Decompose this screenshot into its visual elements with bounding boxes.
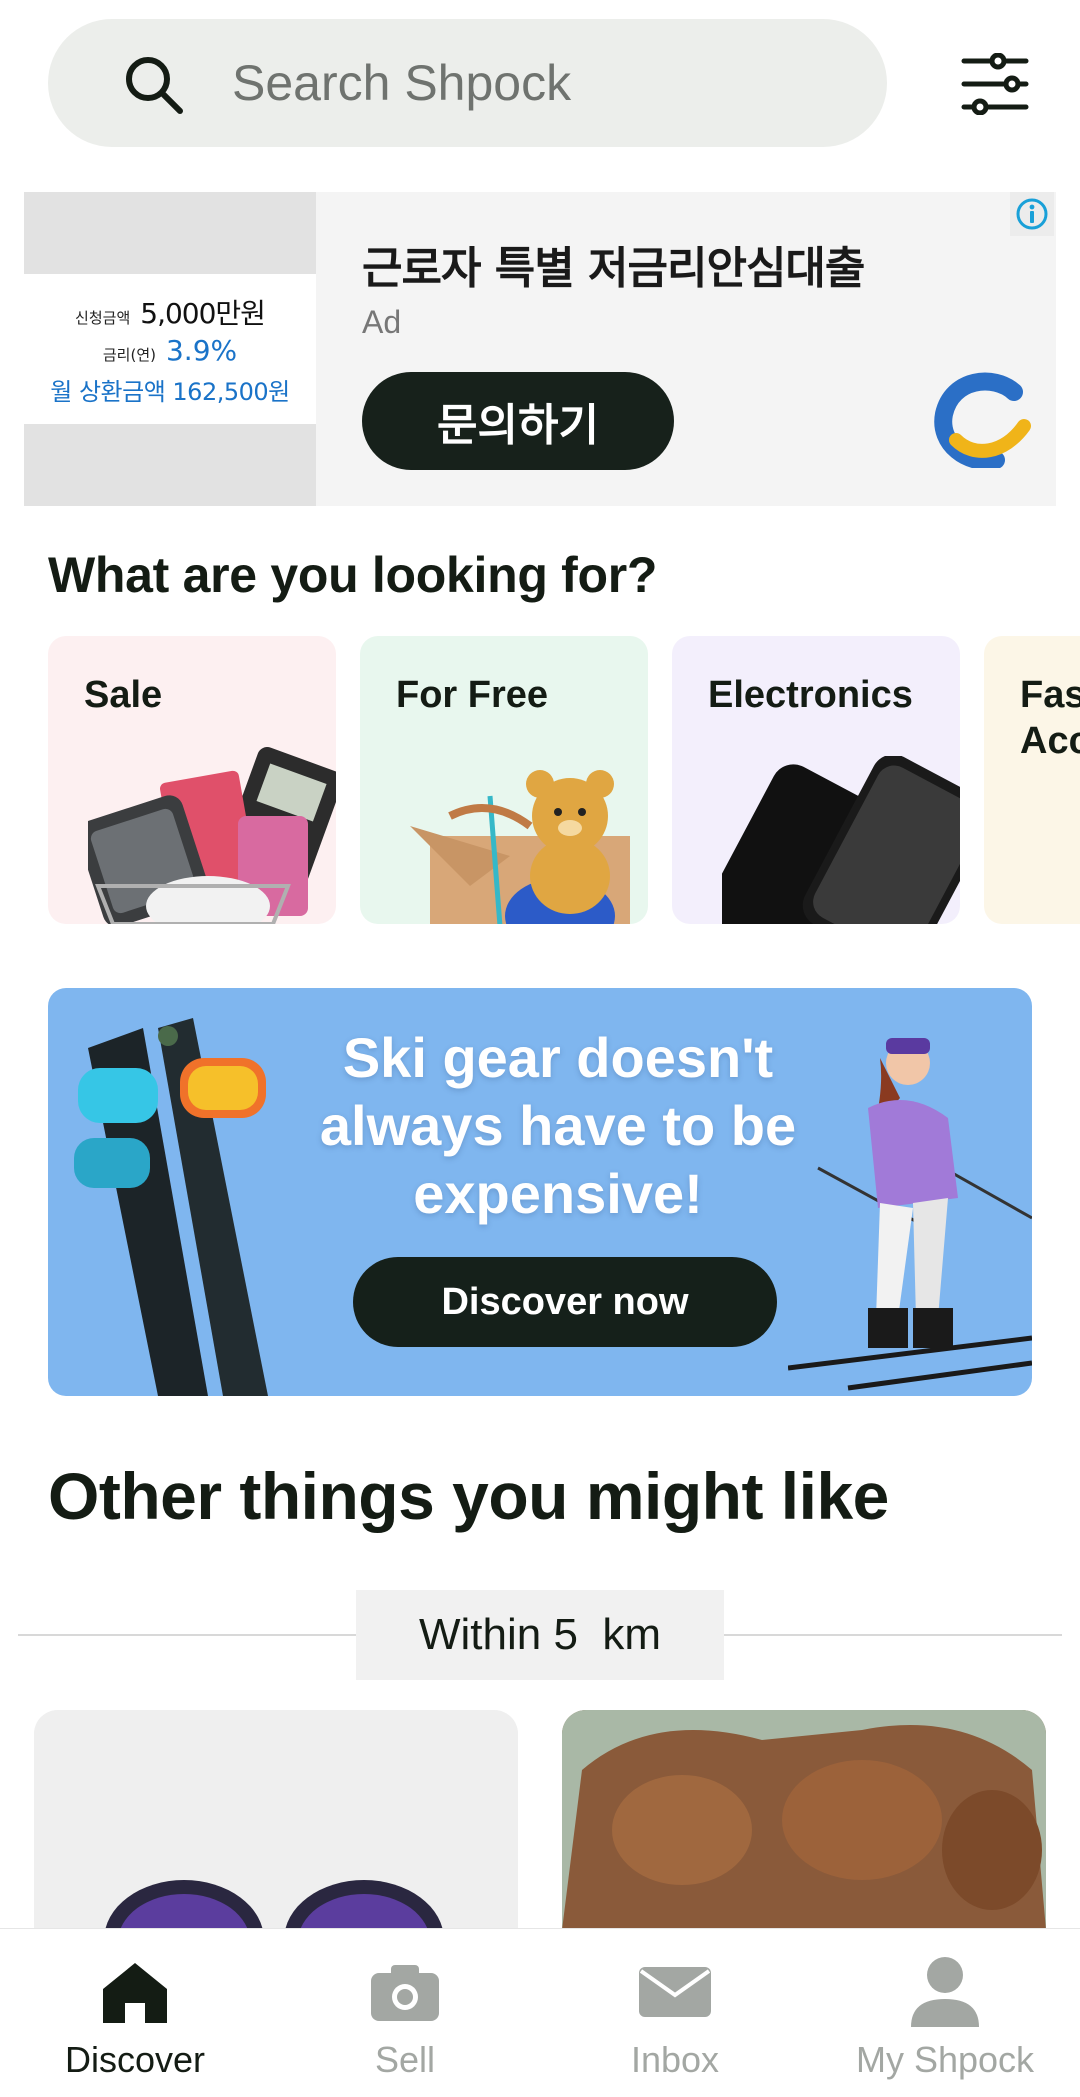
ad-image[interactable]: 신청금액 5,000만원 금리(연) 3.9% 월 상환금액 162,500원 [24, 192, 316, 506]
skier-illustration [788, 1038, 1032, 1391]
nav-label: Inbox [630, 2039, 720, 2080]
search-icon [126, 57, 183, 114]
search-bar[interactable]: Search Shpock [48, 19, 887, 147]
listing-image [562, 1710, 1046, 1930]
nav-discover[interactable]: Discover [0, 1929, 270, 2097]
discover-now-button[interactable]: Discover now [353, 1257, 777, 1347]
nav-my-shpock[interactable]: My Shpock [810, 1929, 1080, 2097]
home-icon [103, 1963, 167, 2023]
promo-text: Ski gear doesn't always have to be expen… [319, 1026, 797, 1225]
free-illustration [410, 770, 630, 924]
ad-image-card: 신청금액 5,000만원 금리(연) 3.9% 월 상환금액 162,500원 [24, 274, 316, 424]
ad-label: Ad [362, 304, 402, 340]
category-label: Electronics [708, 674, 913, 716]
ski-goggles-illustration [74, 1018, 268, 1396]
listing-card[interactable] [34, 1710, 518, 1930]
category-electronics[interactable]: Electronics [672, 636, 960, 924]
section-title: What are you looking for? [48, 547, 658, 603]
camera-icon [371, 1965, 439, 2021]
filter-icon[interactable] [960, 53, 1030, 115]
category-carousel[interactable]: Sale For Free Electronics Fas Acc [48, 636, 1080, 924]
ad-title[interactable]: 근로자 특별 저금리안심대출 [362, 232, 865, 296]
ad-banner[interactable]: 신청금액 5,000만원 금리(연) 3.9% 월 상환금액 162,500원 근로… [24, 192, 1056, 506]
info-icon[interactable] [1010, 192, 1054, 236]
advertiser-logo [934, 372, 1031, 468]
listing-card[interactable] [562, 1710, 1046, 1930]
category-label: For Free [396, 674, 549, 716]
person-icon [911, 1957, 979, 2027]
category-for-free[interactable]: For Free [360, 636, 648, 924]
electronics-illustration [722, 756, 960, 924]
nav-label: Discover [64, 2039, 206, 2080]
distance-filter[interactable]: Within 5 km [356, 1590, 724, 1680]
sale-illustration [88, 747, 336, 924]
recommendations-title: Other things you might like [48, 1459, 889, 1533]
category-label: Fas Acc [1020, 674, 1080, 762]
nav-label: My Shpock [855, 2039, 1035, 2080]
nav-inbox[interactable]: Inbox [540, 1929, 810, 2097]
mail-icon [639, 1967, 711, 2017]
nav-label: Sell [374, 2039, 436, 2080]
category-label: Sale [84, 674, 163, 716]
nav-sell[interactable]: Sell [270, 1929, 540, 2097]
search-input[interactable]: Search Shpock [232, 19, 832, 147]
ad-cta-button[interactable]: 문의하기 [362, 372, 674, 470]
category-fashion[interactable]: Fas Acc [984, 636, 1080, 924]
bottom-navigation: Discover Sell Inbox My Shpock [0, 1928, 1080, 2097]
category-sale[interactable]: Sale [48, 636, 336, 924]
listing-image [34, 1710, 518, 1930]
promo-banner[interactable]: Ski gear doesn't always have to be expen… [48, 988, 1032, 1396]
